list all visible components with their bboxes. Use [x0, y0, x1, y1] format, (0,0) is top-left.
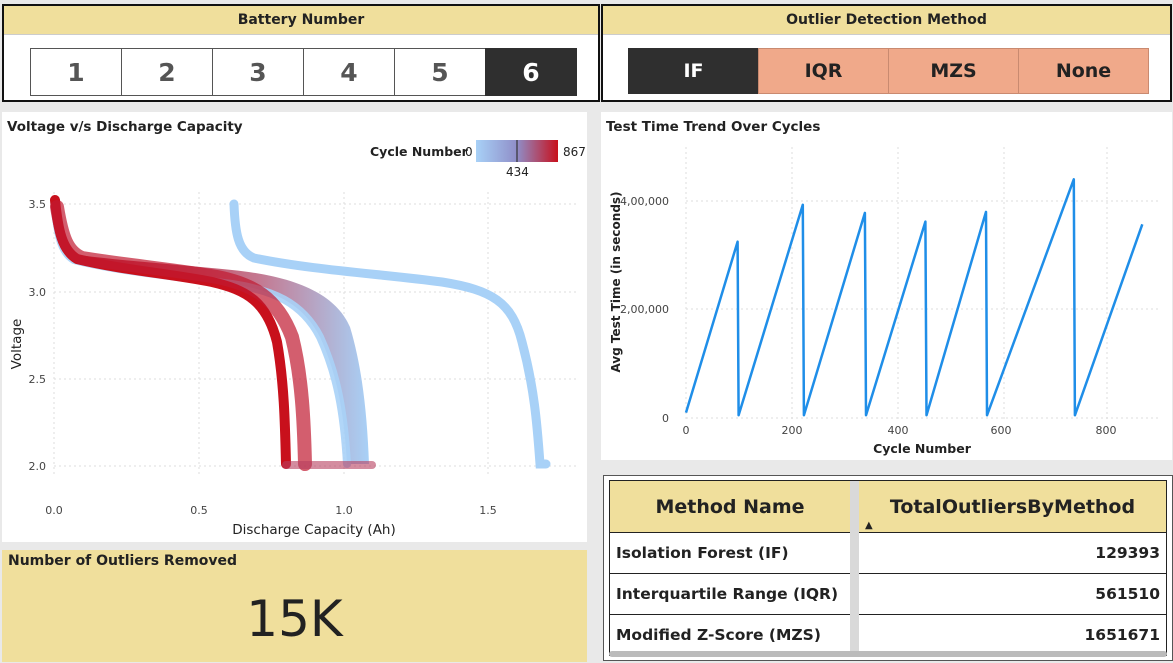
battery-button-6[interactable]: 6	[485, 48, 577, 96]
battery-number-title: Battery Number	[4, 6, 598, 35]
test-time-chart-panel: Test Time Trend Over Cycles 4,00,000 2,0…	[601, 112, 1172, 460]
method-name-cell: Interquartile Range (IQR)	[610, 573, 850, 615]
sort-ascending-icon: ▲	[865, 520, 873, 531]
outliers-by-method-table: Method Name TotalOutliersByMethod ▲ Isol…	[603, 475, 1173, 661]
tt-x-tick-400: 400	[888, 424, 909, 437]
legend-label: Cycle Number	[370, 144, 469, 159]
method-button-none[interactable]: None	[1018, 48, 1149, 94]
voltage-x-axis-title: Discharge Capacity (Ah)	[232, 522, 396, 538]
tt-y-axis-title: Avg Test Time (in seconds)	[609, 191, 623, 372]
y-tick-3.0: 3.0	[29, 286, 47, 299]
table-row: Interquartile Range (IQR) 561510	[610, 573, 1166, 615]
col-header-total-outliers[interactable]: TotalOutliersByMethod ▲	[859, 481, 1166, 533]
battery-button-3[interactable]: 3	[212, 48, 304, 96]
total-outliers-cell: 561510	[859, 573, 1166, 615]
battery-number-slicer: Battery Number 1 2 3 4 5 6	[2, 4, 600, 102]
outliers-removed-card: Number of Outliers Removed 15K	[2, 550, 587, 662]
x-tick-0.5: 0.5	[190, 504, 208, 517]
x-tick-1.0: 1.0	[335, 504, 353, 517]
y-tick-2.5: 2.5	[29, 373, 47, 386]
tt-x-axis-title: Cycle Number	[873, 441, 972, 456]
total-outliers-cell: 129393	[859, 532, 1166, 574]
test-time-chart-svg: 4,00,000 2,00,000 0 0 200 400 600 800 Cy…	[609, 147, 1161, 456]
test-time-grid	[685, 147, 1161, 422]
y-tick-2.0: 2.0	[29, 460, 47, 473]
method-name-cell: Modified Z-Score (MZS)	[610, 614, 850, 655]
legend-mid: 434	[506, 165, 529, 179]
legend-min: 0	[465, 145, 473, 159]
x-tick-1.5: 1.5	[479, 504, 497, 517]
table-row: Isolation Forest (IF) 129393	[610, 532, 1166, 574]
tt-x-tick-600: 600	[991, 424, 1012, 437]
column-separator	[850, 614, 859, 655]
outliers-removed-value: 15K	[246, 590, 343, 648]
voltage-chart-svg: Cycle Number 0 867 434 3.5 3.0 2.5 2.0 0…	[9, 140, 586, 538]
horizontal-scrollbar[interactable]	[609, 651, 1167, 657]
voltage-y-axis-title: Voltage	[9, 319, 25, 370]
method-button-mzs[interactable]: MZS	[888, 48, 1019, 94]
column-separator	[850, 481, 859, 533]
column-separator	[850, 532, 859, 574]
column-separator	[850, 573, 859, 615]
tt-x-tick-800: 800	[1096, 424, 1117, 437]
total-outliers-cell: 1651671	[859, 614, 1166, 655]
voltage-chart-panel: Voltage v/s Discharge Capacity Cycle Num…	[2, 112, 587, 542]
battery-button-1[interactable]: 1	[30, 48, 122, 96]
battery-button-4[interactable]: 4	[303, 48, 395, 96]
table-row: Modified Z-Score (MZS) 1651671	[610, 614, 1166, 655]
method-button-iqr[interactable]: IQR	[758, 48, 889, 94]
outlier-method-title: Outlier Detection Method	[603, 6, 1170, 35]
test-time-series-line	[684, 178, 1144, 417]
legend-max: 867	[563, 145, 586, 159]
battery-button-2[interactable]: 2	[121, 48, 213, 96]
x-tick-0.0: 0.0	[45, 504, 63, 517]
method-name-cell: Isolation Forest (IF)	[610, 532, 850, 574]
tt-x-tick-200: 200	[782, 424, 803, 437]
tt-y-tick-200000: 2,00,000	[620, 303, 669, 316]
method-button-if[interactable]: IF	[628, 48, 759, 94]
outliers-removed-title: Number of Outliers Removed	[8, 553, 238, 569]
y-tick-3.5: 3.5	[29, 198, 47, 211]
col-header-method-name[interactable]: Method Name	[610, 481, 850, 533]
outlier-method-slicer: Outlier Detection Method IF IQR MZS None	[601, 4, 1172, 102]
discharge-curve-band	[50, 195, 376, 471]
tt-x-tick-0: 0	[683, 424, 690, 437]
col-header-total-outliers-label: TotalOutliersByMethod	[889, 495, 1136, 518]
tt-y-tick-0: 0	[662, 412, 669, 425]
tt-y-tick-400000: 4,00,000	[620, 195, 669, 208]
battery-button-5[interactable]: 5	[394, 48, 486, 96]
